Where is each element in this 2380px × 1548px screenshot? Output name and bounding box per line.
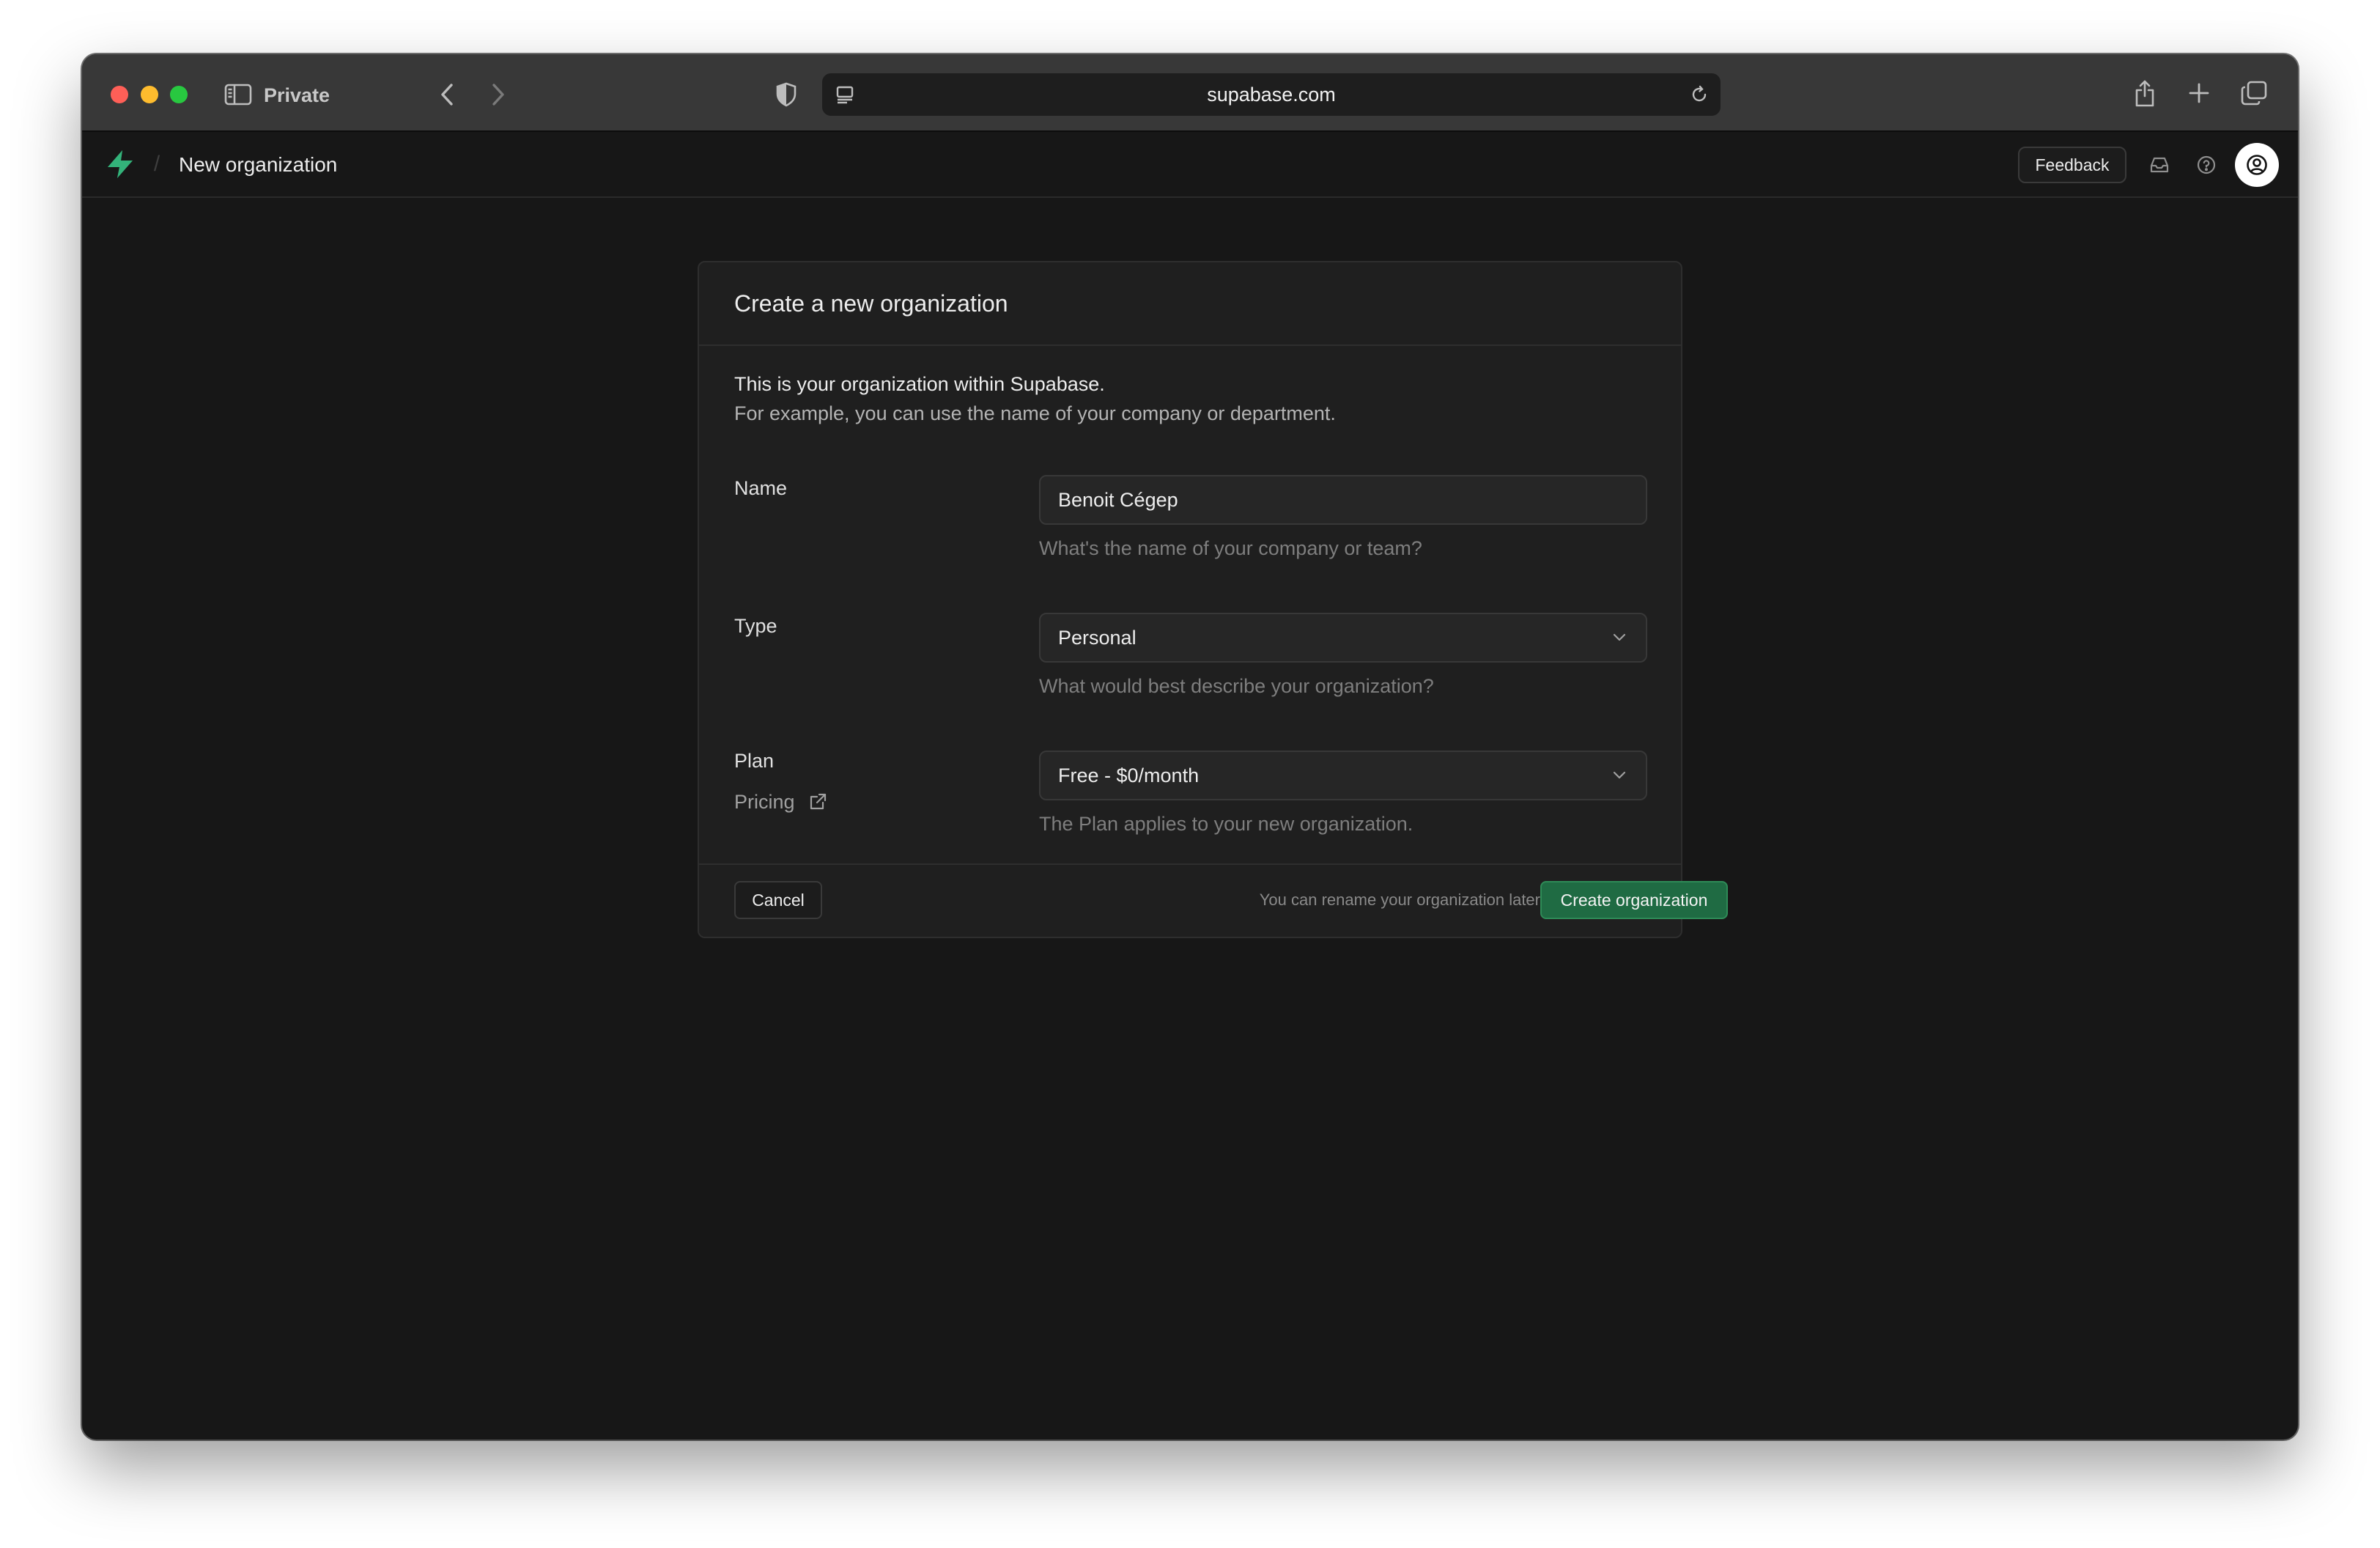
tabs-overview-icon[interactable]	[2238, 78, 2270, 108]
plan-help-text: The Plan applies to your new organizatio…	[1039, 813, 1413, 835]
plus-icon[interactable]	[2184, 78, 2214, 108]
plan-label: Plan	[734, 750, 775, 772]
feedback-button[interactable]: Feedback	[2018, 147, 2126, 183]
type-label: Type	[734, 615, 777, 637]
user-avatar[interactable]	[2235, 143, 2279, 187]
plan-select[interactable]: Free - $0/month	[1039, 751, 1647, 800]
rename-note: You can rename your organization later	[1259, 891, 1540, 909]
pricing-link[interactable]: Pricing	[734, 789, 827, 815]
share-icon[interactable]	[2129, 76, 2160, 110]
intro-subtext: For example, you can use the name of you…	[734, 402, 1336, 424]
chevron-down-icon	[1611, 767, 1628, 784]
breadcrumb-separator: /	[153, 152, 160, 176]
address-bar[interactable]: supabase.com	[822, 73, 1721, 116]
minimize-window-button[interactable]	[141, 86, 158, 103]
create-organization-button[interactable]: Create organization	[1540, 881, 1728, 919]
zoom-window-button[interactable]	[170, 86, 188, 103]
breadcrumb: New organization	[179, 153, 338, 176]
cancel-button[interactable]: Cancel	[734, 881, 822, 919]
plan-select-value: Free - $0/month	[1058, 764, 1200, 786]
name-input-value: Benoit Cégep	[1058, 489, 1178, 511]
close-window-button[interactable]	[111, 86, 128, 103]
type-select[interactable]: Personal	[1039, 613, 1647, 663]
name-input[interactable]: Benoit Cégep	[1039, 475, 1647, 525]
card-title: Create a new organization	[734, 290, 1008, 317]
card-header: Create a new organization	[699, 262, 1681, 346]
url-text: supabase.com	[1207, 84, 1336, 106]
create-organization-card: Create a new organization This is your o…	[698, 261, 1728, 938]
private-window-label: Private	[264, 84, 330, 106]
name-help-text: What's the name of your company or team?	[1039, 537, 1422, 559]
sidebar-icon[interactable]	[223, 79, 254, 110]
user-icon	[2247, 155, 2267, 175]
inbox-icon[interactable]	[2147, 152, 2172, 177]
card-footer: Cancel You can rename your organization …	[699, 863, 1728, 937]
app-header: / New organization Feedback	[82, 132, 2298, 198]
chevron-right-icon[interactable]	[484, 79, 513, 110]
name-label: Name	[734, 477, 788, 499]
browser-toolbar: Private supabase.com	[82, 54, 2298, 132]
chevron-down-icon	[1611, 629, 1628, 646]
shield-icon[interactable]	[771, 79, 802, 110]
pricing-link-label: Pricing	[734, 791, 795, 813]
reload-icon[interactable]	[1688, 84, 1710, 106]
intro-text: This is your organization within Supabas…	[734, 373, 1105, 395]
chevron-left-icon[interactable]	[432, 79, 462, 110]
type-select-value: Personal	[1058, 627, 1137, 649]
browser-window: Private supabase.com / New organization …	[82, 54, 2298, 1440]
supabase-logo-icon[interactable]	[104, 148, 136, 180]
external-link-icon	[810, 793, 826, 810]
type-help-text: What would best describe your organizati…	[1039, 675, 1434, 697]
help-circle-icon[interactable]	[2194, 152, 2219, 177]
